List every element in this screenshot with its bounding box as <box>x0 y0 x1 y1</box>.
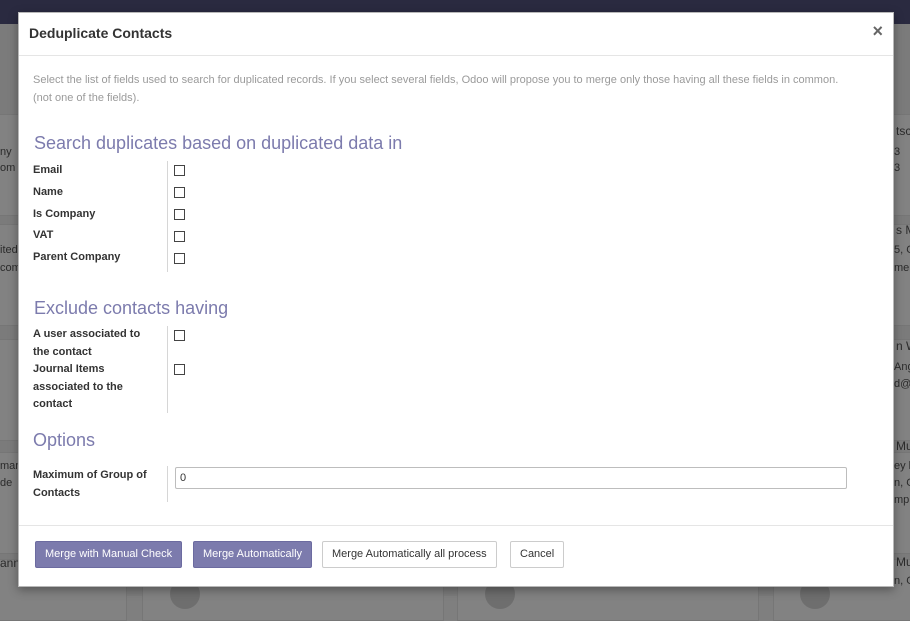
is-company-checkbox[interactable] <box>174 209 185 220</box>
bg-text-fragment: d@n <box>894 378 910 390</box>
bg-text-fragment: ited <box>0 244 18 256</box>
bg-text-fragment: ey li <box>894 460 910 472</box>
field-label: Email <box>33 164 63 176</box>
parent-company-checkbox[interactable] <box>174 253 185 264</box>
deduplicate-dialog: Deduplicate Contacts × Select the list o… <box>18 12 894 587</box>
field-separator <box>167 466 168 502</box>
bg-text-fragment: Mu <box>896 439 910 453</box>
field-label: A user associated to the contact <box>33 328 141 358</box>
section-title-exclude: Exclude contacts having <box>34 298 229 318</box>
field-separator <box>167 326 168 413</box>
dialog-title: Deduplicate Contacts <box>29 25 173 41</box>
bg-text-fragment: de <box>0 477 13 489</box>
max-group-input[interactable] <box>175 467 847 489</box>
bg-text-fragment: Ang <box>894 361 910 373</box>
field-separator <box>167 161 168 272</box>
email-checkbox[interactable] <box>174 165 185 176</box>
name-checkbox[interactable] <box>174 187 185 198</box>
field-label: VAT <box>33 229 54 241</box>
kanban-card <box>893 339 910 441</box>
field-label: Maximum of Group of Contacts <box>33 469 147 499</box>
help-text: Select the list of fields used to search… <box>33 74 839 104</box>
field-label: Parent Company <box>33 251 121 263</box>
journal-items-checkbox[interactable] <box>174 364 185 375</box>
bg-text-fragment: n, G <box>894 477 910 489</box>
bg-text-fragment: 3 <box>894 162 901 174</box>
bg-text-fragment: n W <box>896 339 910 353</box>
bg-text-fragment: ny <box>0 146 12 158</box>
bg-text-fragment: om <box>0 162 16 174</box>
bg-text-fragment: tscl <box>896 124 910 138</box>
close-icon[interactable]: × <box>872 22 883 40</box>
bg-text-fragment: n, G <box>894 575 910 587</box>
bg-text-fragment: mple <box>894 494 910 506</box>
bg-text-fragment: Mu <box>896 555 910 569</box>
dialog-header: Deduplicate Contacts × <box>19 13 893 56</box>
kanban-card <box>893 224 910 326</box>
bg-text-fragment: 5, C <box>894 244 910 256</box>
user-associated-checkbox[interactable] <box>174 330 185 341</box>
field-label: Is Company <box>33 208 96 220</box>
field-label: Name <box>33 186 63 198</box>
bg-text-fragment: mei <box>894 262 910 274</box>
merge-all-process-button[interactable]: Merge Automatically all process <box>322 541 497 568</box>
section-title-duplicates: Search duplicates based on duplicated da… <box>34 133 403 153</box>
vat-checkbox[interactable] <box>174 231 185 242</box>
dialog-footer: Merge with Manual Check Merge Automatica… <box>19 525 893 587</box>
bg-text-fragment: s M <box>896 223 910 237</box>
merge-automatically-button[interactable]: Merge Automatically <box>193 541 313 568</box>
field-label: Journal Items associated to the contact <box>33 363 123 410</box>
merge-manual-check-button[interactable]: Merge with Manual Check <box>35 541 183 568</box>
cancel-button[interactable]: Cancel <box>510 541 565 568</box>
bg-text-fragment: 3 <box>894 146 901 158</box>
section-title-options: Options <box>33 430 96 450</box>
